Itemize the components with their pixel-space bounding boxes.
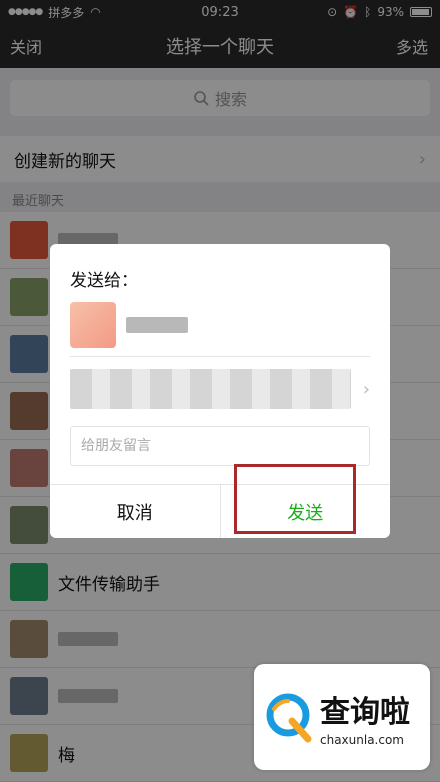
- recipient-name-blurred: [126, 317, 188, 333]
- chevron-right-icon: ›: [362, 378, 370, 400]
- watermark-url: chaxunla.com: [320, 733, 404, 747]
- message-input[interactable]: [70, 426, 370, 466]
- watermark-logo-icon: [266, 693, 312, 743]
- recipient-avatar: [70, 302, 116, 348]
- dialog-title: 发送给：: [70, 271, 138, 291]
- site-watermark: 查询啦 chaxunla.com: [254, 664, 430, 770]
- content-preview-blurred: [70, 369, 351, 409]
- cancel-button[interactable]: 取消: [50, 485, 221, 538]
- dialog-divider: [70, 356, 370, 357]
- shared-content-preview[interactable]: ›: [70, 364, 370, 414]
- highlight-annotation: [234, 464, 356, 534]
- watermark-text: 查询啦 chaxunla.com: [320, 687, 410, 747]
- recipient: [70, 302, 188, 348]
- watermark-brand: 查询啦: [320, 695, 410, 730]
